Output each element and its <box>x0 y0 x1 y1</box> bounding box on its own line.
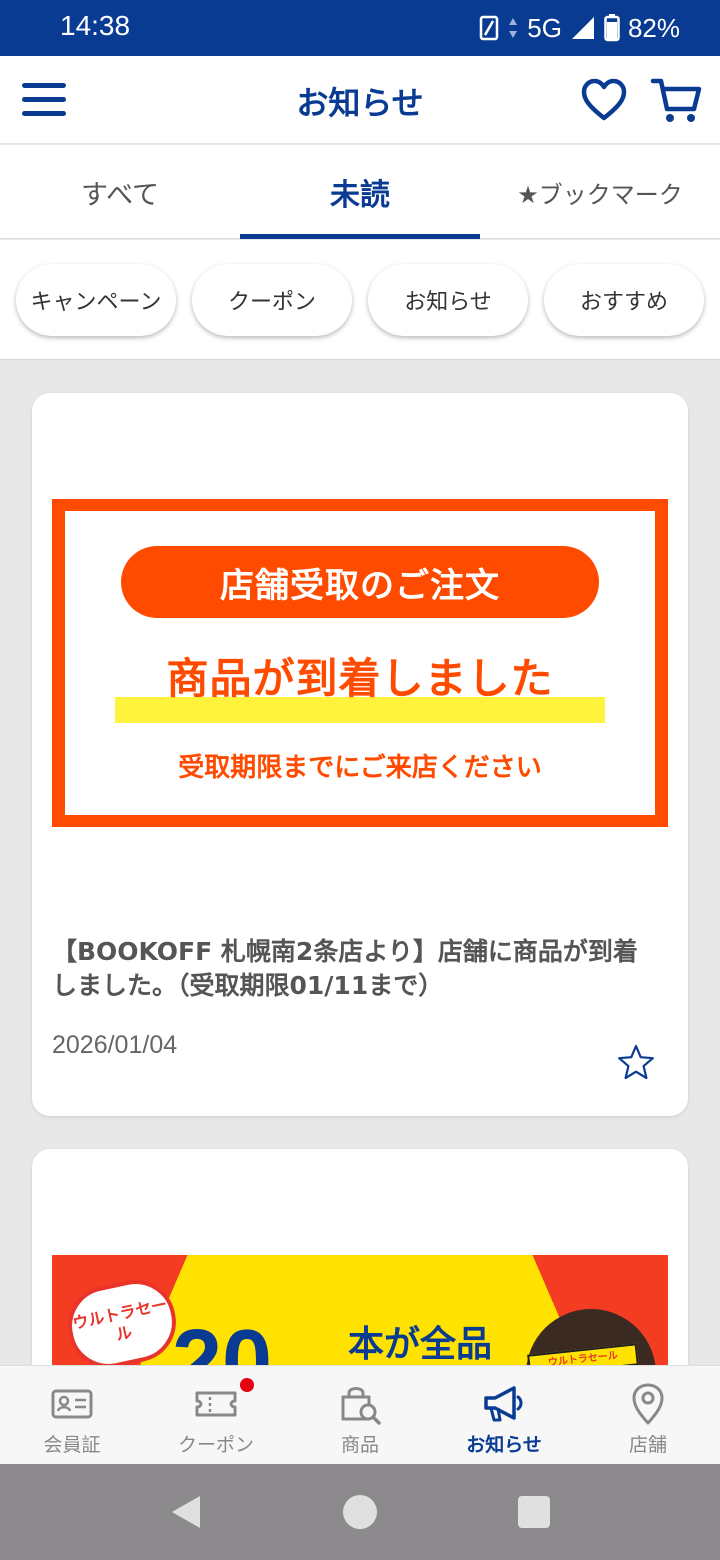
nfc-icon <box>479 15 499 41</box>
data-arrows-icon <box>507 16 519 40</box>
tab-all[interactable]: すべて <box>0 145 240 239</box>
member-card-icon <box>51 1389 93 1419</box>
filter-chip-coupon[interactable]: クーポン <box>192 264 352 336</box>
product-search-icon <box>341 1387 381 1425</box>
bottom-navigation: 会員証 クーポン 商品 お知らせ 店舗 <box>0 1365 720 1464</box>
status-bar: 14:38 5G 82% <box>0 0 720 56</box>
bookmark-star-icon[interactable] <box>616 1043 656 1083</box>
megaphone-icon <box>484 1386 523 1422</box>
nav-label: 店舗 <box>628 1434 667 1456</box>
network-type: 5G <box>527 12 562 43</box>
battery-icon <box>604 14 620 42</box>
filter-chip-campaign[interactable]: キャンペーン <box>16 264 176 336</box>
app-header: お知らせ <box>0 56 720 144</box>
notice-date: 2026/01/04 <box>52 1031 178 1059</box>
notification-dot <box>240 1378 254 1392</box>
banner-sale-text: 本が全品 <box>348 1324 493 1365</box>
filter-bar: キャンペーン クーポン お知らせ おすすめ <box>0 240 720 360</box>
nav-item-stores[interactable]: 店舗 <box>576 1366 720 1465</box>
nav-label: 会員証 <box>43 1434 101 1456</box>
active-tab-indicator <box>240 234 480 239</box>
notice-card[interactable]: 店舗受取のご注文 商品が到着しました 受取期限までにご来店ください 【BOOKO… <box>32 393 688 1116</box>
nav-item-notices[interactable]: お知らせ <box>432 1366 576 1465</box>
hamburger-menu-icon[interactable] <box>22 80 68 120</box>
filter-chip-notice[interactable]: お知らせ <box>368 264 528 336</box>
signal-icon <box>570 15 596 41</box>
recents-icon[interactable] <box>514 1492 554 1532</box>
battery-level: 82% <box>627 12 680 43</box>
nav-label: お知らせ <box>466 1434 542 1456</box>
notice-banner-image: 店舗受取のご注文 商品が到着しました 受取期限までにご来店ください <box>52 499 668 827</box>
home-icon[interactable] <box>340 1492 380 1532</box>
banner-pill-text: 店舗受取のご注文 <box>121 546 599 618</box>
system-navigation-bar <box>0 1464 720 1560</box>
nav-item-coupon[interactable]: クーポン <box>144 1366 288 1465</box>
nav-item-products[interactable]: 商品 <box>288 1366 432 1465</box>
location-pin-icon <box>632 1383 664 1425</box>
filter-chip-recommend[interactable]: おすすめ <box>544 264 704 336</box>
tab-unread[interactable]: 未読 <box>240 145 480 239</box>
back-icon[interactable] <box>166 1492 206 1532</box>
tab-bar: すべて 未読 ★ブックマーク <box>0 145 720 239</box>
heart-icon[interactable] <box>580 76 628 124</box>
status-indicators: 5G 82% <box>479 12 680 44</box>
nav-item-member-card[interactable]: 会員証 <box>0 1366 144 1465</box>
nav-label: クーポン <box>177 1434 254 1456</box>
coupon-ticket-icon <box>195 1391 237 1417</box>
notice-title: 【BOOKOFF 札幌南2条店より】店舗に商品が到着しました。（受取期限01/1… <box>52 937 638 1000</box>
cart-icon[interactable] <box>650 74 702 126</box>
status-time: 14:38 <box>60 10 131 41</box>
tab-bookmark[interactable]: ★ブックマーク <box>480 145 720 239</box>
banner-sub-text: 受取期限までにご来店ください <box>178 753 542 783</box>
nav-label: 商品 <box>340 1434 379 1456</box>
banner-main-text: 商品が到着しました <box>166 654 554 703</box>
